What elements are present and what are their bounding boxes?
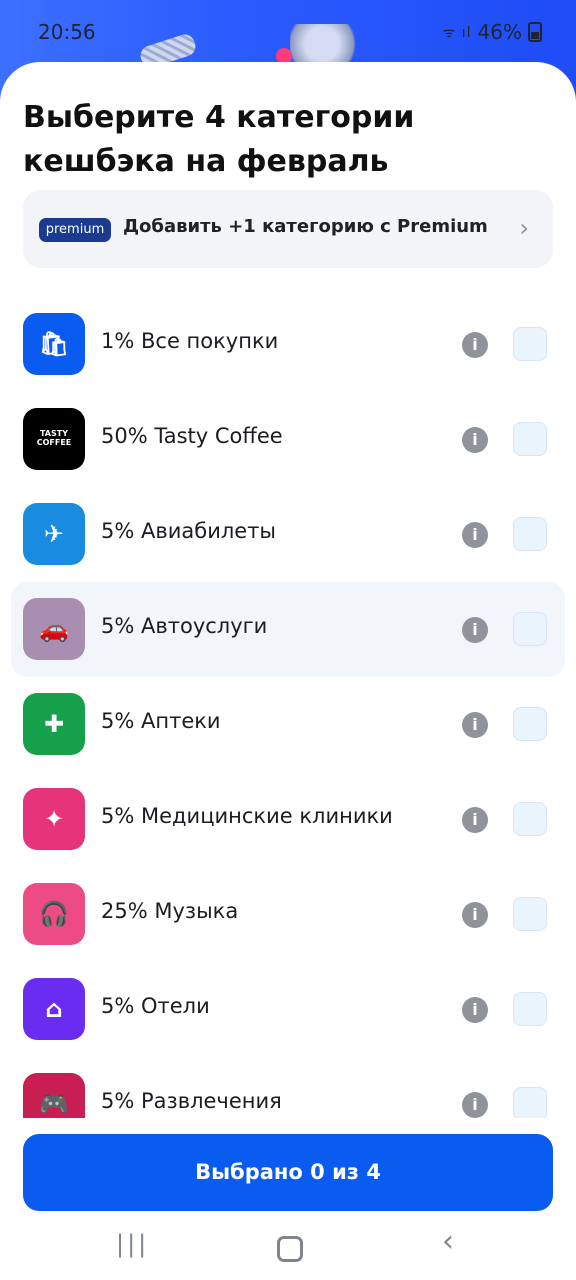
info-icon[interactable]: i — [462, 807, 488, 833]
wifi-signal-icon: ᯤ ıl — [442, 24, 472, 41]
category-row[interactable]: ✚ 5% Аптеки i — [0, 677, 576, 772]
gamepad-icon: 🎮 — [23, 1073, 85, 1118]
battery-icon — [528, 22, 542, 42]
shopping-bag-icon: 🛍 — [23, 313, 85, 375]
hotel-icon: ⌂ — [23, 978, 85, 1040]
category-icon-glyph: ⌂ — [45, 994, 63, 1023]
category-icon-glyph: ✚ — [43, 709, 65, 738]
airplane-icon: ✈ — [23, 503, 85, 565]
info-icon[interactable]: i — [462, 1092, 488, 1118]
home-button[interactable] — [277, 1236, 303, 1262]
category-icon-glyph: 🎧 — [39, 899, 69, 928]
category-checkbox[interactable] — [513, 422, 547, 456]
category-icon-glyph: 🎮 — [39, 1089, 69, 1118]
car-service-icon: 🚗 — [23, 598, 85, 660]
category-icon-glyph: 🚗 — [39, 614, 69, 643]
category-row[interactable]: 🚗 5% Автоуслуги i — [0, 582, 576, 677]
category-checkbox[interactable] — [513, 517, 547, 551]
sparkle-icon: ✦ — [23, 788, 85, 850]
category-icon-glyph: ✦ — [43, 804, 65, 833]
category-label: 25% Музыка — [101, 899, 239, 923]
category-row[interactable]: ✦ 5% Медицинские клиники i — [0, 772, 576, 867]
category-label: 50% Tasty Coffee — [101, 424, 283, 448]
back-button[interactable]: ‹ — [442, 1224, 454, 1259]
category-row[interactable]: ⌂ 5% Отели i — [0, 962, 576, 1057]
chevron-right-icon: › — [519, 214, 529, 242]
status-right: ᯤ ıl 46% — [443, 20, 542, 44]
info-icon[interactable]: i — [462, 427, 488, 453]
premium-promo-banner[interactable]: premium Добавить +1 категорию с Premium … — [23, 190, 553, 268]
category-row[interactable]: ✈ 5% Авиабилеты i — [0, 487, 576, 582]
category-label: 5% Медицинские клиники — [101, 804, 393, 828]
battery-percent: 46% — [477, 20, 522, 44]
category-label: 1% Все покупки — [101, 329, 279, 353]
category-row[interactable]: 🎧 25% Музыка i — [0, 867, 576, 962]
headphones-icon: 🎧 — [23, 883, 85, 945]
status-time: 20:56 — [38, 20, 96, 44]
category-checkbox[interactable] — [513, 992, 547, 1026]
status-bar: 20:56 ᯤ ıl 46% — [0, 18, 576, 48]
category-label: 5% Авиабилеты — [101, 519, 277, 543]
category-label: 5% Развлечения — [101, 1089, 282, 1113]
category-row[interactable]: 🛍 1% Все покупки i — [0, 297, 576, 392]
category-label: 5% Аптеки — [101, 709, 221, 733]
info-icon[interactable]: i — [462, 902, 488, 928]
selected-count-button[interactable]: Выбрано 0 из 4 — [23, 1134, 553, 1211]
premium-promo-text: Добавить +1 категорию с Premium — [123, 216, 488, 237]
category-icon-glyph: ✈ — [43, 519, 65, 548]
pharmacy-icon: ✚ — [23, 693, 85, 755]
info-icon[interactable]: i — [462, 522, 488, 548]
info-icon[interactable]: i — [462, 617, 488, 643]
category-row[interactable]: 🎮 5% Развлечения i — [0, 1057, 576, 1118]
category-label: 5% Отели — [101, 994, 210, 1018]
category-row[interactable]: TASTY COFFEE 50% Tasty Coffee i — [0, 392, 576, 487]
category-label: 5% Автоуслуги — [101, 614, 268, 638]
info-icon[interactable]: i — [462, 712, 488, 738]
category-icon-glyph: 🛍 — [38, 329, 70, 358]
info-icon[interactable]: i — [462, 997, 488, 1023]
premium-badge: premium — [39, 218, 111, 242]
category-checkbox[interactable] — [513, 612, 547, 646]
tasty-coffee-logo: TASTY COFFEE — [23, 408, 85, 470]
info-icon[interactable]: i — [462, 332, 488, 358]
category-checkbox[interactable] — [513, 802, 547, 836]
page-title: Выберите 4 категории кешбэка на февраль — [23, 100, 415, 179]
category-checkbox[interactable] — [513, 327, 547, 361]
category-icon-glyph: TASTY COFFEE — [36, 429, 72, 447]
category-checkbox[interactable] — [513, 707, 547, 741]
category-list: 🛍 1% Все покупки i TASTY COFFEE 50% Tast… — [0, 283, 576, 1118]
recent-apps-button[interactable]: ||| — [116, 1230, 149, 1258]
category-checkbox[interactable] — [513, 897, 547, 931]
system-nav-bar: ||| ‹ — [0, 1222, 576, 1272]
category-checkbox[interactable] — [513, 1087, 547, 1118]
